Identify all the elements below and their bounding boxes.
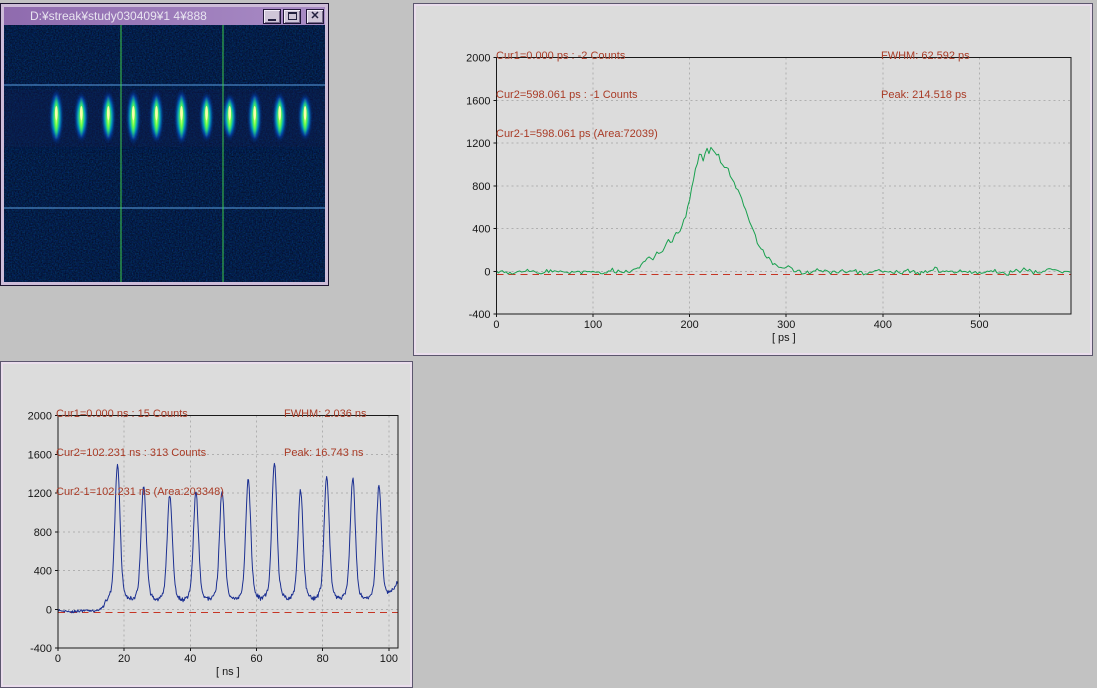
fwhm-readout: FWHM: 62.592 ps [881,50,970,62]
cursor2-readout: Cur2=598.061 ps : -1 Counts [496,89,638,101]
svg-text:20: 20 [118,653,130,665]
svg-text:80: 80 [317,653,329,665]
minimize-icon [268,18,276,21]
close-button[interactable]: ✕ [306,8,324,24]
x-axis-unit-label: [ ns ] [216,666,240,678]
svg-text:2000: 2000 [466,53,490,65]
x-axis-unit-label: [ ps ] [772,332,796,344]
svg-text:60: 60 [250,653,262,665]
cursor1-readout: Cur1=0.000 ps : -2 Counts [496,50,626,62]
svg-text:100: 100 [584,319,602,331]
svg-text:0: 0 [55,653,61,665]
svg-text:400: 400 [874,319,892,331]
svg-text:800: 800 [472,181,490,193]
svg-text:1200: 1200 [28,488,52,500]
svg-text:0: 0 [46,604,52,616]
close-icon: ✕ [310,9,320,22]
streak-image [4,25,325,282]
svg-text:-400: -400 [30,643,52,655]
cursor-delta-readout: Cur2-1=102.231 ns (Area:203348) [56,486,224,498]
cursor1-readout: Cur1=0.000 ns : 15 Counts [56,408,188,420]
svg-text:400: 400 [34,566,52,578]
svg-text:500: 500 [970,319,988,331]
cursor-delta-readout: Cur2-1=598.061 ps (Area:72039) [496,128,658,140]
window-controls: ✕ [263,8,324,24]
streak-image-window: D:¥streak¥study030409¥1 4¥888 ✕ [0,3,329,286]
svg-text:-400: -400 [469,309,491,321]
maximize-button[interactable] [283,8,301,24]
window-title-bar[interactable]: D:¥streak¥study030409¥1 4¥888 ✕ [4,7,325,25]
svg-text:1200: 1200 [466,138,490,150]
svg-text:2000: 2000 [28,411,52,423]
window-title: D:¥streak¥study030409¥1 4¥888 [30,9,207,23]
svg-text:800: 800 [34,527,52,539]
measurement-readout-ns: FWHM: 2.036 ns Peak: 16.743 ns [284,382,367,486]
measurement-readout-ps: FWHM: 62.592 ps Peak: 214.518 ps [881,24,970,128]
svg-text:100: 100 [380,653,398,665]
minimize-button[interactable] [263,8,281,24]
image-noise [4,25,325,282]
peak-readout: Peak: 214.518 ps [881,89,967,101]
svg-text:0: 0 [484,266,490,278]
time-profile-panel-ps: Cur1=0.000 ps : -2 Counts Cur2=598.061 p… [413,3,1093,356]
maximize-icon [287,12,297,20]
svg-text:40: 40 [184,653,196,665]
svg-text:400: 400 [472,224,490,236]
svg-text:300: 300 [777,319,795,331]
svg-text:0: 0 [493,319,499,331]
fwhm-readout: FWHM: 2.036 ns [284,408,367,420]
cursor-readout-ps: Cur1=0.000 ps : -2 Counts Cur2=598.061 p… [496,24,658,167]
streak-image-display[interactable] [4,25,325,282]
peak-readout: Peak: 16.743 ns [284,447,364,459]
svg-text:200: 200 [681,319,699,331]
cursor-readout-ns: Cur1=0.000 ns : 15 Counts Cur2=102.231 n… [56,382,224,525]
svg-text:1600: 1600 [28,449,52,461]
time-profile-panel-ns: Cur1=0.000 ns : 15 Counts Cur2=102.231 n… [0,361,413,688]
svg-text:1600: 1600 [466,95,490,107]
desktop: D:¥streak¥study030409¥1 4¥888 ✕ Cur1=0.0… [0,0,1097,688]
cursor2-readout: Cur2=102.231 ns : 313 Counts [56,447,207,459]
